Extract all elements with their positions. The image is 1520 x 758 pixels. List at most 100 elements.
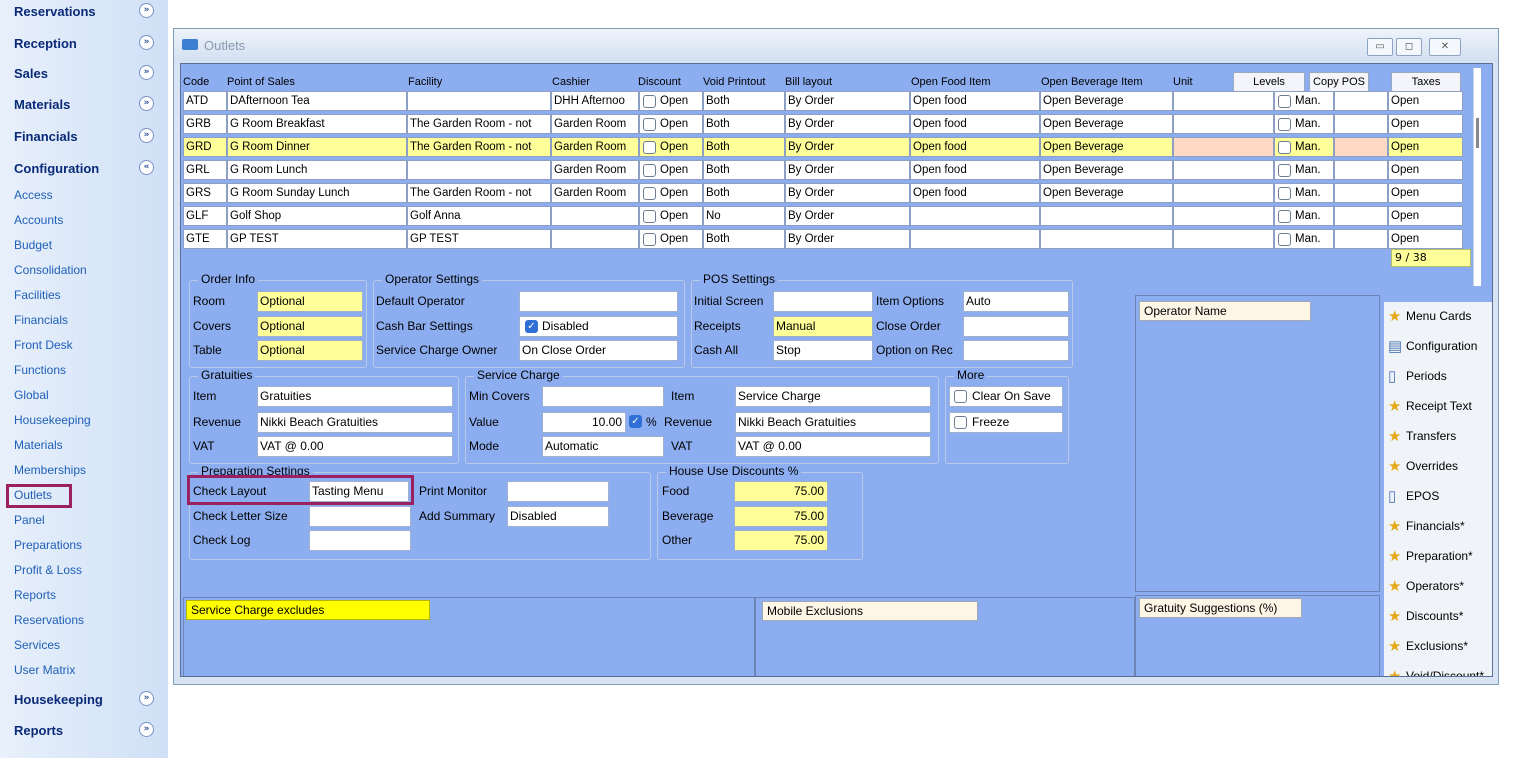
cell-bev[interactable]: Open Beverage	[1040, 91, 1173, 111]
grid-scrollbar[interactable]	[1473, 68, 1481, 286]
table-row[interactable]: GRS G Room Sunday Lunch The Garden Room - …	[183, 183, 1468, 203]
cell-unit[interactable]	[1173, 206, 1274, 226]
side-menu-item[interactable]: ★ Menu Cards	[1388, 302, 1471, 330]
nav-item-reports[interactable]: Reports	[14, 588, 56, 602]
cell-bill[interactable]: By Order	[785, 137, 910, 157]
nav-section-housekeeping[interactable]: Housekeeping	[14, 692, 103, 707]
side-menu-item[interactable]: ★ Exclusions*	[1388, 632, 1468, 660]
cell-man[interactable]: Man.	[1274, 229, 1334, 249]
cell-unit[interactable]	[1173, 137, 1274, 157]
room-field[interactable]: Optional	[257, 291, 363, 312]
row-checkbox[interactable]	[1278, 233, 1291, 246]
cell-tax[interactable]: Open	[1388, 206, 1463, 226]
check-log-field[interactable]	[309, 530, 411, 551]
item-options-field[interactable]: Auto	[963, 291, 1069, 312]
nav-section-reports[interactable]: Reports	[14, 723, 63, 738]
nav-item-materials[interactable]: Materials	[14, 438, 63, 452]
cell-unit[interactable]	[1173, 91, 1274, 111]
cell-cashier[interactable]: DHH Afternoo	[551, 91, 639, 111]
cell-bev[interactable]	[1040, 206, 1173, 226]
chevron-down-icon[interactable]: »	[139, 96, 154, 111]
nav-item-reservations[interactable]: Reservations	[14, 613, 84, 627]
cell-food[interactable]: Open food	[910, 91, 1040, 111]
row-checkbox[interactable]	[643, 118, 656, 131]
table-row[interactable]: GRB G Room Breakfast The Garden Room - not…	[183, 114, 1468, 134]
side-menu-item[interactable]: ★ Financials*	[1388, 512, 1465, 540]
chevron-down-icon[interactable]: »	[139, 128, 154, 143]
receipts-field[interactable]: Manual	[773, 316, 873, 337]
side-menu-item[interactable]: ★ Preparation*	[1388, 542, 1473, 570]
cell-pos[interactable]: GP TEST	[227, 229, 407, 249]
nav-item-global[interactable]: Global	[14, 388, 49, 402]
nav-item-facilities[interactable]: Facilities	[14, 288, 61, 302]
cell-man[interactable]: Man.	[1274, 206, 1334, 226]
nav-item-front-desk[interactable]: Front Desk	[14, 338, 73, 352]
cell-lev[interactable]	[1334, 160, 1388, 180]
cell-void[interactable]: Both	[703, 91, 785, 111]
gratuity-vat-field[interactable]: VAT @ 0.00	[257, 436, 453, 457]
cell-discount[interactable]: Open	[639, 137, 703, 157]
row-checkbox[interactable]	[643, 210, 656, 223]
cell-bill[interactable]: By Order	[785, 91, 910, 111]
row-checkbox[interactable]	[1278, 141, 1291, 154]
cell-man[interactable]: Man.	[1274, 91, 1334, 111]
food-discount-field[interactable]: 75.00	[734, 481, 828, 502]
row-checkbox[interactable]	[643, 187, 656, 200]
nav-section-reservations[interactable]: Reservations	[14, 4, 96, 19]
nav-item-user-matrix[interactable]: User Matrix	[14, 663, 75, 677]
cell-facility[interactable]: The Garden Room - not	[407, 183, 551, 203]
side-menu-item[interactable]: ★ Discounts*	[1388, 602, 1463, 630]
cell-bev[interactable]: Open Beverage	[1040, 183, 1173, 203]
cell-code[interactable]: GRB	[183, 114, 227, 134]
initial-screen-field[interactable]	[773, 291, 873, 312]
close-button[interactable]: ✕	[1429, 38, 1461, 56]
nav-section-sales[interactable]: Sales	[14, 66, 48, 81]
option-on-rec-field[interactable]	[963, 340, 1069, 361]
table-row[interactable]: GLF Golf Shop Golf Anna Open No By Order Man. O…	[183, 206, 1468, 226]
row-checkbox[interactable]	[643, 233, 656, 246]
percent-checkbox[interactable]: ✓	[629, 415, 642, 428]
min-covers-field[interactable]	[542, 386, 664, 407]
beverage-discount-field[interactable]: 75.00	[734, 506, 828, 527]
cell-unit[interactable]	[1173, 160, 1274, 180]
service-charge-owner-field[interactable]: On Close Order	[519, 340, 678, 361]
cell-tax[interactable]: Open	[1388, 229, 1463, 249]
cell-bill[interactable]: By Order	[785, 114, 910, 134]
service-item-field[interactable]: Service Charge	[735, 386, 931, 407]
cell-food[interactable]	[910, 229, 1040, 249]
cell-pos[interactable]: DAfternoon Tea	[227, 91, 407, 111]
check-letter-size-field[interactable]	[309, 506, 411, 527]
table-row[interactable]: ATD DAfternoon Tea DHH Afternoo Open Both By …	[183, 91, 1468, 111]
chevron-down-icon[interactable]: »	[139, 691, 154, 706]
cell-code[interactable]: GRL	[183, 160, 227, 180]
cell-pos[interactable]: G Room Lunch	[227, 160, 407, 180]
cell-tax[interactable]: Open	[1388, 183, 1463, 203]
levels-button[interactable]: Levels	[1233, 72, 1305, 92]
chevron-down-icon[interactable]: »	[139, 35, 154, 50]
cell-tax[interactable]: Open	[1388, 160, 1463, 180]
cell-unit[interactable]	[1173, 114, 1274, 134]
gratuity-revenue-field[interactable]: Nikki Beach Gratuities	[257, 412, 453, 433]
row-checkbox[interactable]	[643, 95, 656, 108]
check-layout-field[interactable]: Tasting Menu	[309, 481, 409, 502]
cell-man[interactable]: Man.	[1274, 160, 1334, 180]
table-row[interactable]: GRD G Room Dinner The Garden Room - not Gar…	[183, 137, 1468, 157]
cell-facility[interactable]	[407, 160, 551, 180]
cell-void[interactable]: Both	[703, 114, 785, 134]
covers-field[interactable]: Optional	[257, 316, 363, 337]
cell-bill[interactable]: By Order	[785, 160, 910, 180]
cell-unit[interactable]	[1173, 183, 1274, 203]
nav-item-financials[interactable]: Financials	[14, 313, 68, 327]
cell-lev[interactable]	[1334, 229, 1388, 249]
table-row[interactable]: GRL G Room Lunch Garden Room Open Both By Ord…	[183, 160, 1468, 180]
cell-tax[interactable]: Open	[1388, 91, 1463, 111]
cell-facility[interactable]	[407, 91, 551, 111]
row-checkbox[interactable]	[643, 164, 656, 177]
cell-food[interactable]	[910, 206, 1040, 226]
cell-void[interactable]: Both	[703, 160, 785, 180]
nav-item-memberships[interactable]: Memberships	[14, 463, 86, 477]
cell-code[interactable]: ATD	[183, 91, 227, 111]
mode-field[interactable]: Automatic	[542, 436, 664, 457]
close-order-field[interactable]	[963, 316, 1069, 337]
cell-man[interactable]: Man.	[1274, 114, 1334, 134]
